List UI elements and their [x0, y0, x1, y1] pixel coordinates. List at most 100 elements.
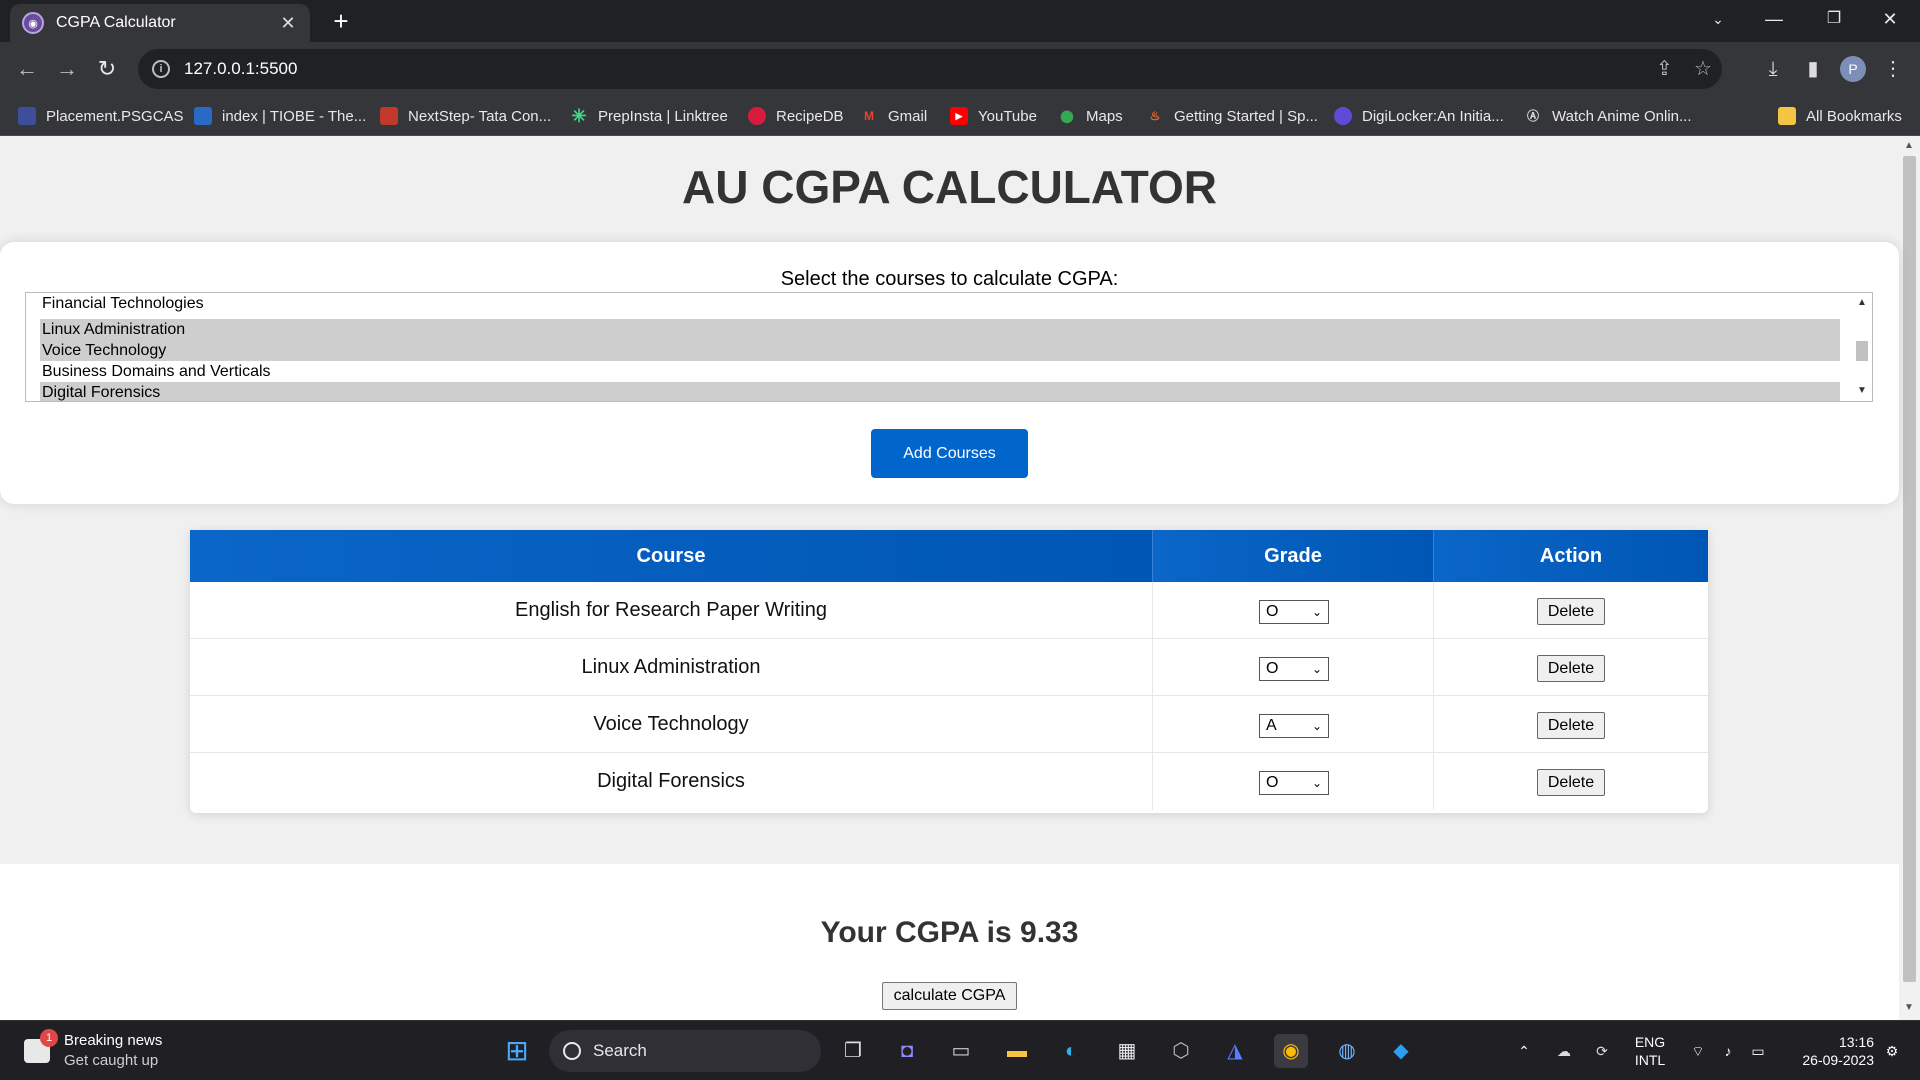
grade-select[interactable]: O ⌄	[1259, 657, 1329, 681]
table-row: Digital Forensics O ⌄ Delete	[190, 753, 1708, 810]
volume-icon[interactable]: ♪	[1714, 1021, 1742, 1080]
course-option[interactable]: Linux Administration	[40, 319, 1840, 340]
share-icon[interactable]: ⇪	[1656, 49, 1673, 89]
terminal-icon[interactable]: ▭	[944, 1034, 978, 1068]
bookmark-favicon-icon	[380, 107, 398, 125]
profile-avatar[interactable]: P	[1840, 56, 1866, 82]
url-text: 127.0.0.1:5500	[184, 59, 298, 78]
address-bar: ← → ↻ i 127.0.0.1:5500 ⇪ ☆ ⤓ ▮ P ⋮	[0, 42, 1920, 96]
close-icon[interactable]: ✕	[278, 13, 298, 34]
battery-icon[interactable]: ▭	[1744, 1021, 1772, 1080]
store-icon[interactable]: ▦	[1110, 1034, 1144, 1068]
file-explorer-icon[interactable]: ▬	[1000, 1034, 1034, 1068]
star-icon[interactable]: ☆	[1694, 49, 1712, 89]
delete-button[interactable]: Delete	[1537, 769, 1605, 796]
scroll-up-icon[interactable]: ▲	[1904, 140, 1914, 151]
delete-button[interactable]: Delete	[1537, 655, 1605, 682]
grade-cell: O ⌄	[1152, 753, 1433, 810]
messenger-icon[interactable]: ◍	[1330, 1034, 1364, 1068]
chevron-down-icon: ⌄	[1311, 662, 1322, 676]
taskbar-search[interactable]: Search	[549, 1030, 821, 1072]
vscode-icon[interactable]: ◆	[1384, 1034, 1418, 1068]
course-option[interactable]: Business Domains and Verticals	[40, 361, 1840, 382]
all-bookmarks-button[interactable]: All Bookmarks	[1778, 104, 1902, 128]
restore-button[interactable]: ❐	[1806, 0, 1862, 38]
scrollbar-thumb[interactable]	[1903, 156, 1916, 982]
notifications-icon[interactable]: ⚙	[1878, 1021, 1906, 1080]
flame-icon: ♨	[1146, 107, 1164, 125]
map-pin-icon: ⬤	[1058, 107, 1076, 125]
bookmark-item[interactable]: ⬤ Maps	[1058, 104, 1123, 128]
info-icon[interactable]: i	[152, 60, 170, 78]
new-tab-button[interactable]: +	[326, 6, 356, 36]
course-option[interactable]: Digital Forensics	[40, 382, 1840, 401]
bookmark-item[interactable]: index | TIOBE - The...	[194, 104, 366, 128]
bookmark-item[interactable]: RecipeDB	[748, 104, 844, 128]
listbox-scrollbar-thumb[interactable]	[1856, 341, 1868, 361]
side-panel-icon[interactable]: ▮	[1798, 54, 1828, 84]
back-button[interactable]: ←	[12, 54, 42, 84]
menu-icon[interactable]: ⋮	[1878, 54, 1908, 84]
forward-button[interactable]: →	[52, 54, 82, 84]
course-name: Linux Administration	[581, 656, 761, 678]
scroll-up-icon[interactable]: ▲	[1857, 297, 1867, 308]
minimize-button[interactable]: —	[1746, 0, 1802, 38]
bookmark-item[interactable]: M Gmail	[860, 104, 927, 128]
select-label: Select the courses to calculate CGPA:	[780, 268, 1119, 290]
bookmark-item[interactable]: Placement.PSGCAS	[18, 104, 184, 128]
reload-button[interactable]: ↻	[92, 54, 122, 84]
vpn-icon[interactable]: ◮	[1218, 1034, 1252, 1068]
download-icon[interactable]: ⤓	[1758, 54, 1788, 84]
tab-search-icon[interactable]: ⌄	[1690, 0, 1746, 38]
omnibox[interactable]: i 127.0.0.1:5500 ⇪ ☆	[138, 49, 1722, 89]
task-view-icon[interactable]: ❐	[836, 1034, 870, 1068]
close-window-button[interactable]: ✕	[1862, 0, 1918, 38]
course-option[interactable]: Financial Technologies	[40, 293, 1840, 314]
notification-badge: 1	[40, 1029, 58, 1047]
grade-select[interactable]: A ⌄	[1259, 714, 1329, 738]
action-cell: Delete	[1433, 753, 1708, 810]
course-option[interactable]: Voice Technology	[40, 340, 1840, 361]
courses-table: Course Grade Action English for Research…	[190, 530, 1708, 813]
scroll-down-icon[interactable]: ▼	[1857, 385, 1867, 396]
windows-start-icon[interactable]: ⊞	[500, 1034, 534, 1068]
chevron-down-icon: ⌄	[1311, 605, 1322, 619]
taskbar: 1 Breaking news Get caught up ⊞ Search ❐…	[0, 1020, 1920, 1080]
news-title[interactable]: Breaking news	[64, 1032, 162, 1049]
chevron-up-icon[interactable]: ⌃	[1512, 1021, 1536, 1080]
bookmark-item[interactable]: ✳ PrepInsta | Linktree	[570, 104, 728, 128]
edge-icon[interactable]: ◐	[1054, 1034, 1088, 1068]
teams-chat-icon[interactable]: ◘	[890, 1034, 924, 1068]
onedrive-icon[interactable]: ☁	[1550, 1021, 1578, 1080]
action-cell: Delete	[1433, 582, 1708, 639]
chrome-icon[interactable]: ◉	[1274, 1034, 1308, 1068]
wifi-icon[interactable]: ⌔	[1684, 1021, 1712, 1080]
page-scrollbar[interactable]: ▲ ▼	[1899, 136, 1920, 1020]
language-indicator[interactable]: ENG INTL	[1628, 1021, 1672, 1080]
grade-select[interactable]: O ⌄	[1259, 771, 1329, 795]
unity-icon[interactable]: ⬡	[1164, 1034, 1198, 1068]
anime-icon: Ⓐ	[1524, 107, 1542, 125]
bookmark-item[interactable]: ♨ Getting Started | Sp...	[1146, 104, 1318, 128]
calculate-cgpa-button[interactable]: calculate CGPA	[882, 982, 1017, 1010]
delete-button[interactable]: Delete	[1537, 598, 1605, 625]
chevron-down-icon: ⌄	[1311, 776, 1322, 790]
grade-cell: A ⌄	[1152, 696, 1433, 753]
listbox-scrollbar[interactable]: ▲ ▼	[1852, 293, 1872, 401]
column-header-action: Action	[1433, 530, 1708, 582]
column-header-grade: Grade	[1152, 530, 1433, 582]
browser-tab[interactable]: ◉ CGPA Calculator ✕	[10, 4, 310, 42]
grade-select[interactable]: O ⌄	[1259, 600, 1329, 624]
bookmarks-bar: Placement.PSGCAS index | TIOBE - The... …	[0, 96, 1920, 136]
sync-icon[interactable]: ⟳	[1588, 1021, 1616, 1080]
course-listbox[interactable]: Financial Technologies Linux Administrat…	[25, 292, 1873, 402]
bookmark-item[interactable]: NextStep- Tata Con...	[380, 104, 551, 128]
news-subtitle[interactable]: Get caught up	[64, 1052, 158, 1069]
scroll-down-icon[interactable]: ▼	[1904, 1002, 1914, 1013]
delete-button[interactable]: Delete	[1537, 712, 1605, 739]
add-courses-button[interactable]: Add Courses	[871, 429, 1028, 478]
bookmark-item[interactable]: DigiLocker:An Initia...	[1334, 104, 1504, 128]
bookmark-item[interactable]: ▶ YouTube	[950, 104, 1037, 128]
clock[interactable]: 13:16 26-09-2023	[1784, 1021, 1874, 1080]
bookmark-item[interactable]: Ⓐ Watch Anime Onlin...	[1524, 104, 1692, 128]
